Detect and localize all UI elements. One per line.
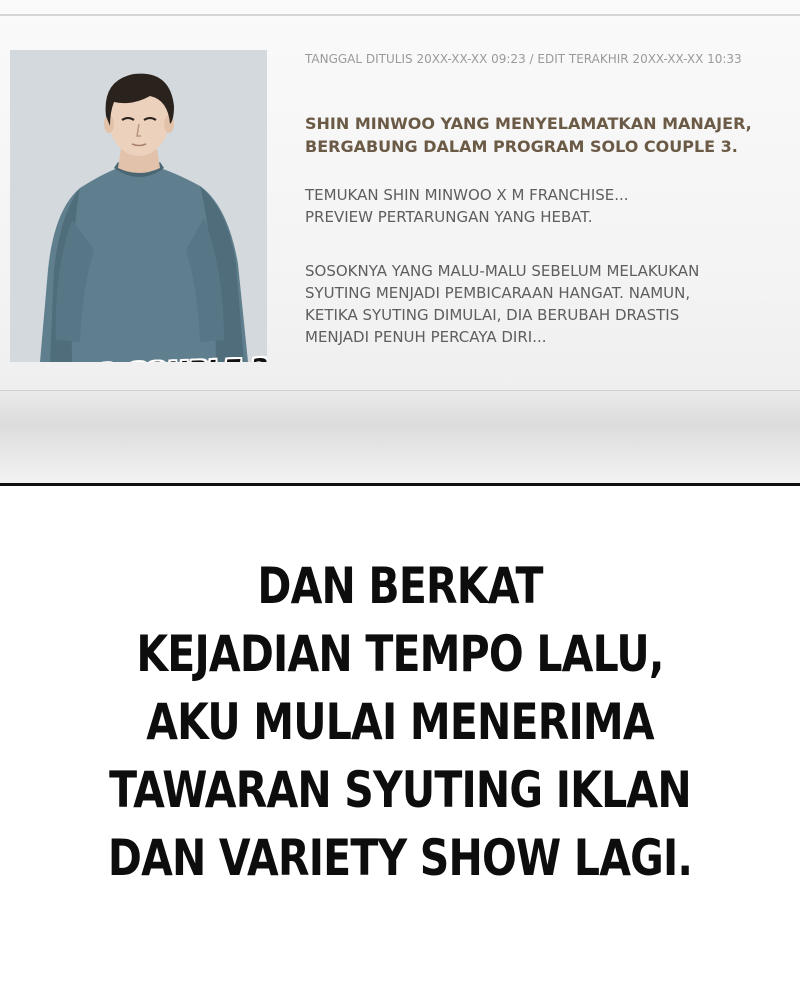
- paragraph-line: KETIKA SYUTING DIMULAI, DIA BERUBAH DRAS…: [305, 306, 680, 324]
- person-illustration-icon: [10, 50, 267, 362]
- article-paragraph-1: TEMUKAN SHIN MINWOO X M FRANCHISE... PRE…: [305, 184, 775, 228]
- paragraph-line: PREVIEW PERTARUNGAN YANG HEBAT.: [305, 208, 593, 226]
- article-headline[interactable]: SHIN MINWOO YANG MENYELAMATKAN MANAJER, …: [305, 112, 785, 158]
- narration-line: DAN VARIETY SHOW LAGI.: [107, 829, 693, 887]
- narration-caption: DAN BERKAT KEJADIAN TEMPO LALU, AKU MULA…: [72, 552, 728, 892]
- panel-border: [0, 483, 800, 486]
- article-paragraph-2: SOSOKNYA YANG MALU-MALU SEBELUM MELAKUKA…: [305, 260, 775, 348]
- article-thumbnail[interactable]: SOLO COUPLE 3: [10, 50, 267, 362]
- paragraph-line: SYUTING MENJADI PEMBICARAAN HANGAT. NAMU…: [305, 284, 691, 302]
- narration-line: AKU MULAI MENERIMA: [146, 693, 654, 751]
- paragraph-line: SOSOKNYA YANG MALU-MALU SEBELUM MELAKUKA…: [305, 262, 700, 280]
- panel-top-divider: [0, 14, 800, 16]
- narration-line: KEJADIAN TEMPO LALU,: [136, 625, 664, 683]
- news-article-panel: SOLO COUPLE 3 TANGGAL DITULIS 20XX-XX-XX…: [0, 0, 800, 486]
- article-meta-dates: TANGGAL DITULIS 20XX-XX-XX 09:23 / EDIT …: [305, 52, 742, 66]
- narration-line: TAWARAN SYUTING IKLAN: [109, 761, 691, 819]
- narration-line: DAN BERKAT: [257, 557, 543, 615]
- headline-line: BERGABUNG DALAM PROGRAM SOLO COUPLE 3.: [305, 137, 738, 156]
- screen-bezel-bottom: [0, 390, 800, 486]
- paragraph-line: TEMUKAN SHIN MINWOO X M FRANCHISE...: [305, 186, 629, 204]
- paragraph-line: MENJADI PENUH PERCAYA DIRI...: [305, 328, 547, 346]
- headline-line: SHIN MINWOO YANG MENYELAMATKAN MANAJER,: [305, 114, 752, 133]
- comic-page: SOLO COUPLE 3 TANGGAL DITULIS 20XX-XX-XX…: [0, 0, 800, 1000]
